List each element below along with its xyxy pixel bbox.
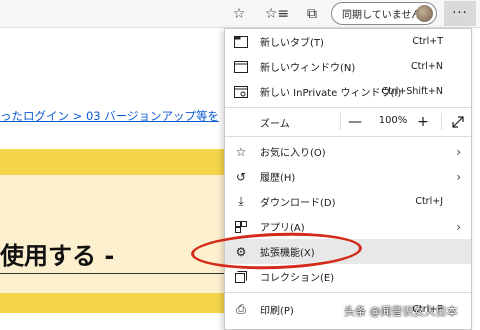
new-window-icon bbox=[233, 59, 249, 75]
collections-icon bbox=[233, 269, 249, 285]
collections-toolbar-icon[interactable]: ⧉ bbox=[301, 3, 323, 25]
menu-item-downloads[interactable]: ⤓ ダウンロード(D) Ctrl+J bbox=[225, 189, 471, 214]
add-favorite-star-icon[interactable]: ☆ bbox=[228, 3, 250, 25]
menu-item-label: 履歴(H) bbox=[260, 173, 296, 184]
print-icon: ⎙ bbox=[236, 302, 246, 316]
more-dots-icon: ··· bbox=[452, 6, 468, 21]
browser-toolbar: ☆ ☆≡ ⧉ 同期していません ··· bbox=[0, 0, 480, 28]
menu-divider bbox=[225, 292, 471, 293]
chevron-right-icon: › bbox=[456, 169, 461, 184]
history-icon: ↺ bbox=[235, 169, 247, 184]
profile-sync-button[interactable]: 同期していません bbox=[331, 2, 437, 25]
menu-item-label: コレクション(E) bbox=[260, 273, 335, 284]
download-icon: ⤓ bbox=[238, 194, 244, 208]
zoom-label: ズーム bbox=[260, 119, 290, 130]
menu-item-label: 新しい InPrivate ウィンドウ(I) bbox=[260, 88, 402, 99]
chevron-right-icon: › bbox=[456, 219, 461, 234]
menu-item-label: お気に入り(O) bbox=[260, 148, 326, 159]
zoom-divider bbox=[340, 113, 341, 130]
menu-divider bbox=[225, 107, 471, 108]
avatar bbox=[416, 5, 433, 22]
zoom-level: 100% bbox=[378, 115, 408, 126]
heading-divider bbox=[0, 273, 240, 274]
breadcrumb-text[interactable]: ったログイン > 03 バージョンアップ等を bbox=[0, 109, 219, 123]
settings-more-button[interactable]: ··· bbox=[444, 1, 476, 26]
menu-item-label: 新しいウィンドウ(N) bbox=[260, 63, 356, 74]
chevron-right-icon: › bbox=[456, 144, 461, 159]
zoom-row: ズーム — 100% + bbox=[225, 109, 471, 134]
fullscreen-icon[interactable] bbox=[447, 109, 469, 134]
watermark: 头条 @闻音识女人日本 bbox=[344, 305, 458, 318]
menu-item-shortcut: Ctrl+N bbox=[411, 61, 443, 72]
new-tab-icon bbox=[233, 34, 249, 50]
menu-item-favorites[interactable]: ☆ お気に入り(O) › bbox=[225, 139, 471, 164]
yellow-banner-bottom bbox=[0, 293, 240, 313]
menu-item-label: 新しいタブ(T) bbox=[260, 38, 324, 49]
menu-item-new-tab[interactable]: 新しいタブ(T) Ctrl+T bbox=[225, 29, 471, 54]
favorites-icon: ☆ bbox=[235, 144, 247, 159]
menu-item-shortcut: Ctrl+Shift+N bbox=[381, 86, 443, 97]
yellow-banner bbox=[0, 149, 240, 175]
breadcrumb[interactable]: ったログイン > 03 バージョンアップ等を bbox=[0, 108, 219, 124]
zoom-divider bbox=[441, 113, 442, 130]
settings-menu: 新しいタブ(T) Ctrl+T 新しいウィンドウ(N) Ctrl+N 新しい I… bbox=[224, 28, 472, 330]
inprivate-icon bbox=[233, 84, 249, 100]
zoom-out-button[interactable]: — bbox=[343, 109, 367, 134]
menu-item-label: アプリ(A) bbox=[260, 223, 305, 234]
page-heading: 使用する - bbox=[0, 242, 115, 270]
favorites-list-icon[interactable]: ☆≡ bbox=[265, 3, 289, 25]
menu-item-shortcut: Ctrl+T bbox=[412, 36, 443, 47]
menu-divider bbox=[225, 136, 471, 137]
sync-label: 同期していません bbox=[342, 10, 422, 21]
menu-item-new-window[interactable]: 新しいウィンドウ(N) Ctrl+N bbox=[225, 54, 471, 79]
menu-item-history[interactable]: ↺ 履歴(H) › bbox=[225, 164, 471, 189]
zoom-in-button[interactable]: + bbox=[411, 109, 435, 134]
menu-item-inprivate-window[interactable]: 新しい InPrivate ウィンドウ(I) Ctrl+Shift+N bbox=[225, 79, 471, 104]
menu-item-label: 印刷(P) bbox=[260, 306, 294, 317]
apps-icon bbox=[233, 219, 249, 235]
menu-item-label: ダウンロード(D) bbox=[260, 198, 336, 209]
menu-item-shortcut: Ctrl+J bbox=[415, 196, 443, 207]
